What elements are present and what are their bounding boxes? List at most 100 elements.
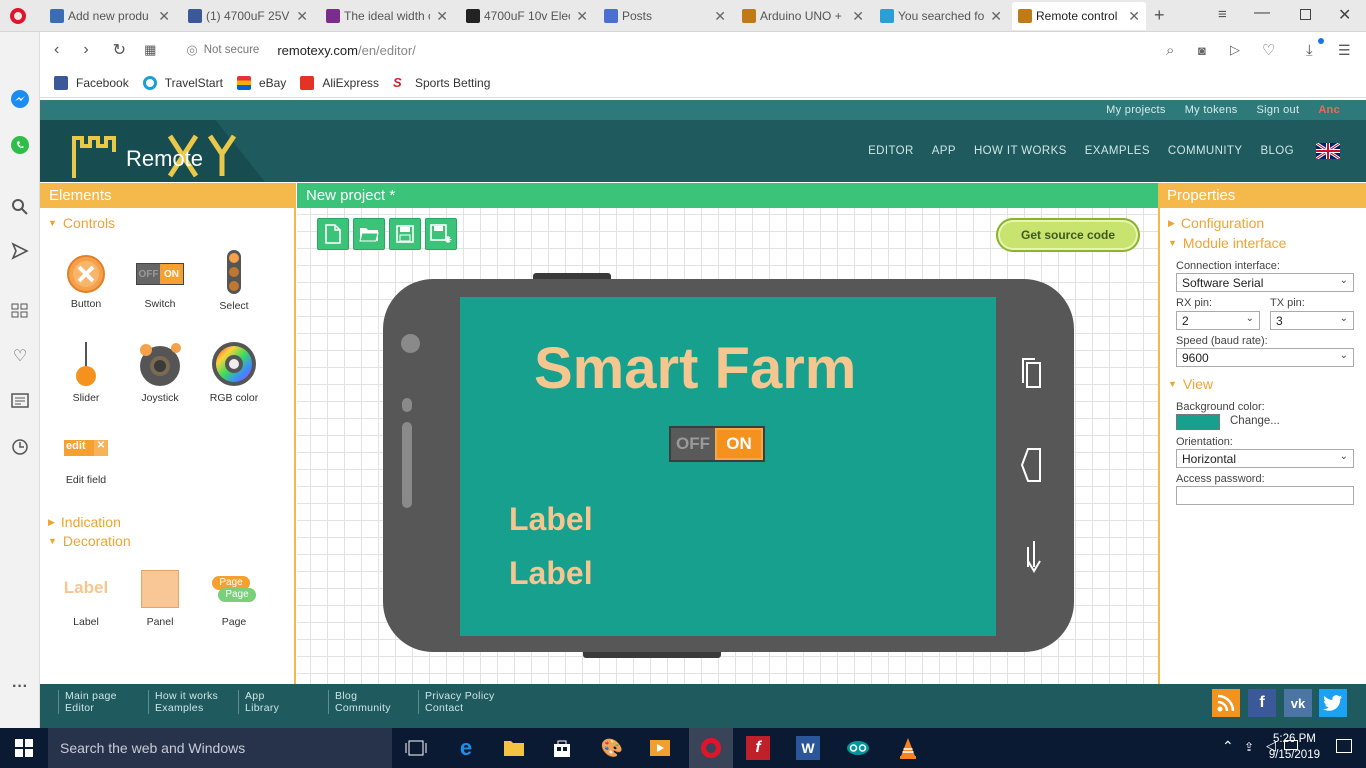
nav-editor[interactable]: EDITOR — [868, 145, 914, 157]
get-source-code-button[interactable]: Get source code — [996, 218, 1140, 252]
browser-tab[interactable]: Posts ✕ — [598, 2, 732, 30]
rx-pin-select[interactable]: 2 ⌄ — [1176, 311, 1260, 330]
tab-menu-icon[interactable]: ≡ — [1218, 6, 1227, 23]
element-panel[interactable]: Panel — [125, 570, 195, 628]
phone-title-label[interactable]: Smart Farm — [534, 335, 856, 402]
taskbar-search-box[interactable]: Search the web and Windows — [48, 728, 392, 768]
task-view-icon[interactable] — [404, 736, 428, 760]
close-tab-icon[interactable]: ✕ — [1128, 8, 1140, 25]
nav-app[interactable]: APP — [932, 145, 956, 157]
connection-interface-select[interactable]: Software Serial ⌄ — [1176, 273, 1354, 292]
facebook-share-icon[interactable]: f — [1248, 689, 1276, 717]
zoom-search-icon[interactable]: ⌕ — [1166, 42, 1174, 59]
new-project-button[interactable] — [317, 218, 349, 250]
browser-tab[interactable]: (1) 4700uF 25V E ✕ — [182, 2, 314, 30]
close-window-icon[interactable]: ✕ — [1338, 5, 1351, 25]
heart-icon[interactable]: ♡ — [9, 345, 31, 367]
rss-icon[interactable] — [1212, 689, 1240, 717]
footer-link-main-page[interactable]: Main page — [65, 690, 117, 702]
user-name-link[interactable]: Anc — [1318, 104, 1340, 116]
speed-select[interactable]: 9600 ⌄ — [1176, 348, 1354, 367]
footer-link-blog[interactable]: Blog — [335, 690, 391, 702]
phone-switch[interactable]: OFF ON — [669, 426, 765, 462]
bookmark-aliexpress[interactable]: AliExpress — [300, 75, 379, 90]
nav-blog[interactable]: BLOG — [1260, 145, 1294, 157]
decoration-section-toggle[interactable]: ▼ Decoration — [48, 533, 131, 549]
opera-taskbar-icon[interactable] — [689, 728, 733, 768]
my-tokens-link[interactable]: My tokens — [1185, 104, 1238, 116]
minimize-window-icon[interactable]: — — [1254, 4, 1270, 22]
news-icon[interactable] — [9, 390, 31, 412]
show-hidden-icons-chevron[interactable]: ⌃ — [1222, 738, 1234, 755]
browser-tab[interactable]: 4700uF 10v Elect ✕ — [460, 2, 594, 30]
close-tab-icon[interactable]: ✕ — [852, 8, 864, 25]
close-tab-icon[interactable]: ✕ — [714, 8, 726, 25]
edge-browser-icon[interactable]: e — [454, 735, 478, 760]
bookmark-travelstart[interactable]: TravelStart — [142, 75, 223, 90]
open-project-button[interactable] — [353, 218, 385, 250]
footer-link-app[interactable]: App — [245, 690, 279, 702]
url-field[interactable]: remotexy.com/en/editor/ — [277, 43, 416, 58]
phone-label-1[interactable]: Label — [509, 501, 593, 538]
footer-link-community[interactable]: Community — [335, 702, 391, 714]
tx-pin-select[interactable]: 3 ⌄ — [1270, 311, 1354, 330]
send-icon[interactable] — [9, 240, 31, 262]
media-player-icon[interactable] — [648, 736, 672, 760]
forward-icon[interactable]: › — [83, 41, 88, 59]
history-clock-icon[interactable] — [9, 436, 31, 458]
module-interface-section-toggle[interactable]: ▼ Module interface — [1168, 235, 1286, 251]
browser-tab-active[interactable]: Remote control ✕ — [1012, 2, 1146, 30]
uk-flag-icon[interactable] — [1316, 143, 1340, 159]
speed-dial-icon[interactable] — [9, 300, 31, 322]
store-icon[interactable] — [550, 736, 574, 760]
reload-icon[interactable]: ↻ — [113, 40, 126, 60]
save-as-button[interactable] — [425, 218, 457, 250]
sign-out-link[interactable]: Sign out — [1257, 104, 1300, 116]
restore-window-icon[interactable] — [1300, 9, 1311, 20]
opera-logo-icon[interactable] — [10, 8, 26, 24]
send-page-icon[interactable]: ▷ — [1230, 42, 1240, 58]
vlc-icon[interactable] — [896, 736, 920, 760]
change-color-link[interactable]: Change... — [1230, 415, 1280, 427]
download-icon[interactable]: ⤓ — [1306, 42, 1313, 59]
close-tab-icon[interactable]: ✕ — [436, 8, 448, 25]
configuration-section-toggle[interactable]: ▶ Configuration — [1168, 215, 1264, 231]
element-joystick[interactable]: Joystick — [125, 340, 195, 404]
flash-icon[interactable]: f — [746, 736, 770, 760]
orientation-select[interactable]: Horizontal ⌄ — [1176, 449, 1354, 468]
twitter-share-icon[interactable] — [1319, 689, 1347, 717]
element-slider[interactable]: Slider — [51, 340, 121, 404]
windows-start-icon[interactable] — [12, 736, 36, 760]
footer-link-library[interactable]: Library — [245, 702, 279, 714]
phone-label-2[interactable]: Label — [509, 555, 593, 592]
nav-community[interactable]: COMMUNITY — [1168, 145, 1243, 157]
controls-section-toggle[interactable]: ▼ Controls — [48, 215, 115, 231]
phone-screen[interactable]: Smart Farm OFF ON Label Label — [460, 297, 996, 636]
bookmark-facebook[interactable]: Facebook — [54, 75, 129, 90]
arduino-icon[interactable] — [846, 736, 870, 760]
easy-setup-icon[interactable]: ☰ — [1338, 42, 1351, 59]
back-icon[interactable]: ‹ — [54, 41, 59, 59]
element-button[interactable]: Button — [51, 254, 121, 310]
view-section-toggle[interactable]: ▼ View — [1168, 376, 1213, 392]
close-tab-icon[interactable]: ✕ — [990, 8, 1002, 25]
footer-link-contact[interactable]: Contact — [425, 702, 495, 714]
notification-center-icon[interactable] — [1336, 739, 1352, 753]
browser-tab[interactable]: Arduino UNO + ✕ — [736, 2, 870, 30]
close-tab-icon[interactable]: ✕ — [576, 8, 588, 25]
taskbar-clock[interactable]: 5:26 PM 9/15/2019 — [1269, 731, 1320, 763]
element-page[interactable]: Page Page Page — [199, 570, 269, 628]
search-icon[interactable] — [9, 196, 31, 218]
remotexy-logo[interactable]: Remote — [70, 130, 260, 178]
bookmark-sports-betting[interactable]: S Sports Betting — [393, 75, 490, 90]
close-tab-icon[interactable]: ✕ — [158, 8, 170, 25]
footer-link-privacy-policy[interactable]: Privacy Policy — [425, 690, 495, 702]
network-icon[interactable]: ⇪ — [1244, 740, 1254, 754]
whatsapp-icon[interactable] — [9, 134, 31, 156]
browser-tab[interactable]: Add new produ ✕ — [44, 2, 176, 30]
footer-link-how-it-works[interactable]: How it works — [155, 690, 218, 702]
paint-icon[interactable]: 🎨 — [600, 736, 624, 760]
background-color-swatch[interactable] — [1176, 414, 1220, 430]
element-rgb-color[interactable]: RGB color — [199, 340, 269, 404]
element-select[interactable]: Select — [199, 248, 269, 312]
